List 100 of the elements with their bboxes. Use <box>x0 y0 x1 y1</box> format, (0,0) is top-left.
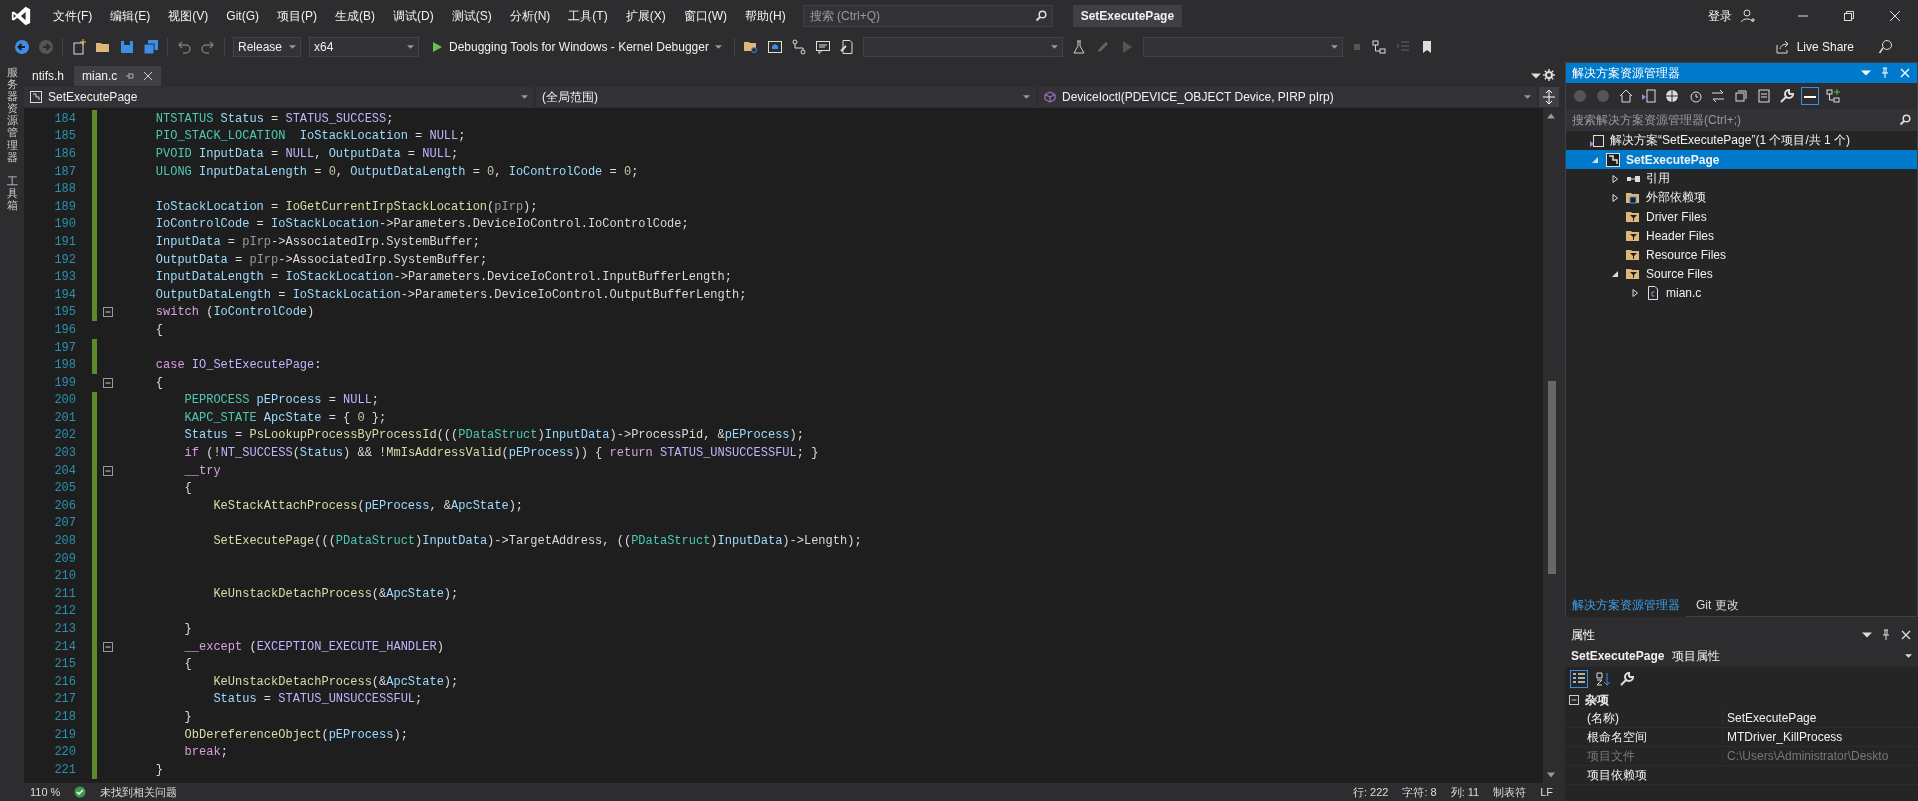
menu-item[interactable]: 生成(B) <box>326 3 384 29</box>
menu-item[interactable]: 视图(V) <box>159 3 218 29</box>
search-field[interactable]: 搜索解决方案资源管理器(Ctrl+;) <box>1566 109 1917 131</box>
sync-icon[interactable] <box>1710 88 1726 104</box>
platform-dropdown[interactable]: x64 <box>309 37 419 57</box>
categorized-icon[interactable] <box>1571 671 1587 687</box>
tree-item[interactable]: 解决方案“SetExecutePage”(1 个项目/共 1 个) <box>1566 131 1917 150</box>
side-tab[interactable]: 服务器资源管理器 <box>6 66 18 163</box>
home-icon[interactable] <box>1618 88 1634 104</box>
folder-search-icon[interactable] <box>742 39 759 55</box>
collapse-all-icon[interactable] <box>1733 88 1749 104</box>
back-icon[interactable] <box>14 39 30 55</box>
dropdown-caret-icon[interactable] <box>1862 630 1872 640</box>
pin-icon[interactable] <box>1879 67 1891 79</box>
configuration-dropdown[interactable]: Release <box>233 37 301 57</box>
dropdown-caret-icon[interactable] <box>1861 68 1871 78</box>
save-all-icon[interactable] <box>143 39 159 55</box>
document-tab[interactable]: ntifs.h <box>24 66 72 86</box>
redo-icon[interactable] <box>200 39 216 55</box>
collapse-icon[interactable] <box>103 377 113 388</box>
scope-dropdown[interactable]: (全局范围) <box>536 87 1036 107</box>
sort-az-icon[interactable] <box>1595 671 1611 687</box>
scroll-down-icon[interactable] <box>1547 771 1555 779</box>
collapsed-arrow-icon[interactable] <box>1611 174 1619 183</box>
tree-item[interactable]: 引用 <box>1566 169 1917 188</box>
tree-item[interactable]: SetExecutePage <box>1566 150 1917 169</box>
wrench-icon[interactable] <box>1619 671 1635 687</box>
menu-item[interactable]: 编辑(E) <box>101 3 160 29</box>
collapse-icon[interactable] <box>1569 695 1579 705</box>
scroll-up-icon[interactable] <box>1547 112 1555 120</box>
pin-icon[interactable] <box>125 71 136 81</box>
menu-item[interactable]: 工具(T) <box>559 3 617 29</box>
tree-item[interactable]: Resource Files <box>1566 245 1917 264</box>
menu-item[interactable]: 测试(S) <box>442 3 501 29</box>
split-icon[interactable] <box>1539 87 1559 107</box>
issues-status[interactable]: 未找到相关问题 <box>100 784 178 800</box>
show-files-icon[interactable] <box>1756 88 1772 104</box>
diagram-icon[interactable] <box>1370 39 1387 55</box>
menu-item[interactable]: Git(G) <box>217 5 268 27</box>
check-circle-icon <box>74 786 87 798</box>
zoom-level[interactable]: 110 % <box>30 786 61 798</box>
document-tab[interactable]: mian.c <box>74 66 162 86</box>
comment-icon[interactable] <box>814 39 831 55</box>
menu-item[interactable]: 调试(D) <box>384 3 443 29</box>
menu-item[interactable]: 窗口(W) <box>674 3 736 29</box>
menu-item[interactable]: 项目(P) <box>268 3 326 29</box>
tree-item[interactable]: mian.c <box>1566 283 1917 302</box>
flask-icon[interactable] <box>1070 39 1087 55</box>
search-field[interactable]: 搜索 (Ctrl+Q) <box>802 5 1053 27</box>
sign-in-link[interactable]: 登录 <box>1708 7 1732 25</box>
scroll-thumb[interactable] <box>1548 381 1556 575</box>
branch-icon[interactable] <box>790 39 807 55</box>
user-icon[interactable] <box>1740 8 1756 24</box>
code-line: SetExecutePage(((PDataStruct)InputData)->TargetAddress, ((PDataStruct)InputData)->Length); <box>212 534 862 549</box>
collapse-icon[interactable] <box>103 641 113 652</box>
dropdown-caret-icon[interactable] <box>1531 71 1541 81</box>
object-selector[interactable]: SetExecutePage 项目属性 <box>1565 645 1918 667</box>
tree-item[interactable]: Source Files <box>1566 264 1917 283</box>
close-icon[interactable] <box>143 71 154 81</box>
expanded-arrow-icon[interactable] <box>1611 269 1619 278</box>
globe-icon[interactable] <box>1664 88 1680 104</box>
search-icon[interactable] <box>1034 10 1047 22</box>
document-icon[interactable] <box>838 39 855 55</box>
search-icon[interactable] <box>1899 114 1911 126</box>
save-icon[interactable] <box>119 39 135 55</box>
solution-switch-icon[interactable] <box>1641 88 1657 104</box>
panel-tab[interactable]: Git 更改 <box>1690 593 1745 617</box>
collapsed-arrow-icon[interactable] <box>1631 288 1639 297</box>
collapsed-arrow-icon[interactable] <box>1611 193 1619 202</box>
tree-item[interactable]: Driver Files <box>1566 207 1917 226</box>
history-icon[interactable] <box>1687 88 1703 104</box>
tree-item[interactable]: Header Files <box>1566 226 1917 245</box>
class-diagram-icon[interactable] <box>1825 88 1841 104</box>
menu-item[interactable]: 文件(F) <box>44 3 102 29</box>
feedback-icon[interactable] <box>1878 39 1894 55</box>
menu-item[interactable]: 帮助(H) <box>736 3 795 29</box>
property-value[interactable]: MTDriver_KillProcess <box>1722 730 1918 744</box>
property-value[interactable]: SetExecutePage <box>1722 711 1918 725</box>
collapse-icon[interactable] <box>103 307 113 318</box>
start-debugging-button[interactable]: Debugging Tools for Windows - Kernel Debugger <box>427 38 726 56</box>
settings-icon[interactable] <box>1543 69 1555 81</box>
preview-toggle-icon[interactable] <box>1802 88 1818 104</box>
indent-mode[interactable]: 制表符 <box>1493 784 1527 800</box>
wrench-icon[interactable] <box>1779 88 1795 104</box>
line-number: 190 <box>53 217 77 232</box>
menu-item[interactable]: 分析(N) <box>500 3 560 29</box>
live-share-button[interactable]: Live Share <box>1768 37 1860 57</box>
home-window-icon[interactable] <box>766 39 783 55</box>
undo-icon[interactable] <box>176 39 192 55</box>
menu-item[interactable]: 扩展(X) <box>616 3 675 29</box>
new-item-icon[interactable] <box>71 39 87 55</box>
side-tab[interactable]: 工具箱 <box>6 174 18 212</box>
tree-item[interactable]: 外部依赖项 <box>1566 188 1917 207</box>
project-dropdown[interactable]: SetExecutePage <box>24 87 534 107</box>
function-dropdown[interactable]: DeviceIoctl(PDEVICE_OBJECT Device, PIRP pIrp) <box>1038 87 1537 107</box>
pin-icon[interactable] <box>1880 629 1892 641</box>
line-number: 185 <box>53 129 77 144</box>
line-ending[interactable]: LF <box>1540 786 1553 798</box>
collapse-icon[interactable] <box>103 465 113 476</box>
close-icon[interactable] <box>1900 629 1912 641</box>
